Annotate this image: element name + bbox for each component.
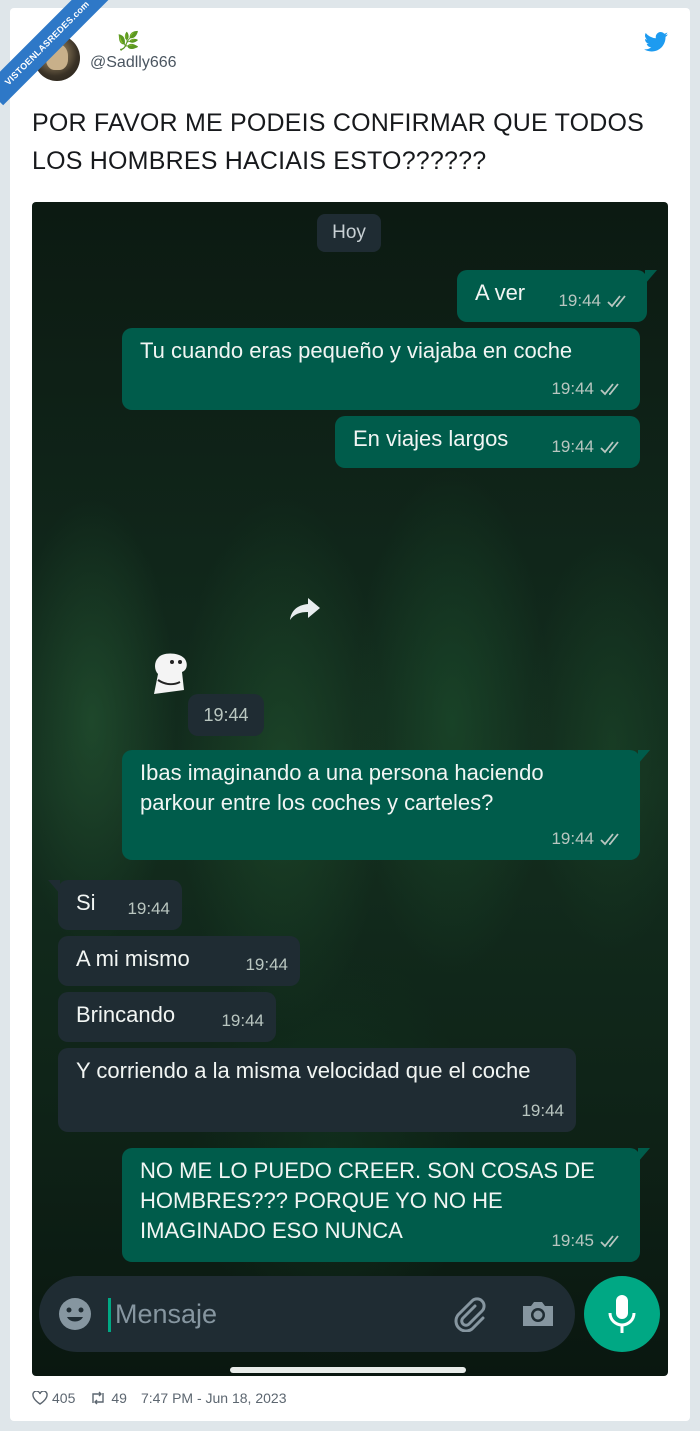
message-bubble-out[interactable]: A ver 19:44: [457, 270, 657, 322]
display-name-emoji: 🌿: [117, 31, 140, 51]
message-time: 19:44: [221, 1011, 264, 1030]
message-input-bar[interactable]: Mensaje: [39, 1276, 575, 1352]
message-bubble-in[interactable]: Brincando 19:44: [58, 992, 276, 1042]
message-time: 19:44: [551, 379, 594, 398]
tweet-footer: 405 49 7:47 PM - Jun 18, 2023: [32, 1390, 286, 1406]
message-time: 19:44: [127, 899, 170, 918]
message-time: 19:45: [551, 1231, 594, 1250]
message-text: Tu cuando eras pequeño y viajaba en coch…: [140, 338, 573, 363]
chat-screenshot: Hoy A ver 19:44 Tu cuando eras pequeño y…: [32, 202, 668, 1376]
message-input[interactable]: Mensaje: [115, 1294, 217, 1334]
heart-icon: [32, 1391, 48, 1405]
microphone-button[interactable]: [584, 1276, 660, 1352]
tweet-text: POR FAVOR ME PODEIS CONFIRMAR QUE TODOS …: [32, 109, 645, 175]
watermark-badge: VISTOENLASREDES.com: [0, 0, 110, 106]
paperclip-icon[interactable]: [451, 1296, 487, 1332]
like-control[interactable]: 405: [32, 1390, 75, 1406]
double-check-icon: [600, 383, 619, 396]
message-bubble-out[interactable]: Tu cuando eras pequeño y viajaba en coch…: [122, 328, 640, 410]
message-text: Y corriendo a la misma velocidad que el …: [76, 1058, 531, 1083]
message-time: 19:44: [245, 955, 288, 974]
retweet-icon: [92, 1391, 105, 1405]
double-check-icon: [600, 1235, 619, 1248]
message-bubble-out[interactable]: Ibas imaginando a una persona haciendo p…: [122, 750, 650, 860]
emoji-icon[interactable]: [57, 1296, 93, 1332]
user-handle[interactable]: @Sadlly666: [90, 54, 177, 72]
twitter-bird-icon[interactable]: [644, 32, 668, 52]
double-check-icon: [600, 833, 619, 846]
message-bubble-in[interactable]: Si 19:44: [48, 880, 182, 930]
text-caret: [108, 1298, 111, 1332]
retweet-control[interactable]: 49: [89, 1390, 127, 1406]
forward-icon[interactable]: [288, 596, 322, 622]
retweet-count: 49: [111, 1390, 127, 1406]
message-text: Ibas imaginando a una persona haciendo p…: [140, 760, 544, 815]
like-count: 405: [52, 1390, 76, 1406]
date-chip: Hoy: [317, 214, 381, 252]
message-bubble-out[interactable]: En viajes largos 19:44: [335, 416, 640, 468]
sticker-image[interactable]: [148, 650, 192, 696]
home-indicator: [230, 1367, 466, 1373]
message-bubble-in[interactable]: Y corriendo a la misma velocidad que el …: [58, 1048, 576, 1132]
tweet-timestamp[interactable]: 7:47 PM - Jun 18, 2023: [141, 1390, 287, 1406]
message-time: 19:44: [188, 694, 264, 736]
message-time: 19:44: [558, 291, 601, 310]
message-text: NO ME LO PUEDO CREER. SON COSAS DE HOMBR…: [140, 1158, 595, 1243]
microphone-icon: [608, 1295, 636, 1333]
message-bubble-in[interactable]: A mi mismo 19:44: [58, 936, 300, 986]
camera-icon[interactable]: [519, 1296, 557, 1332]
message-time: 19:44: [551, 437, 594, 456]
double-check-icon: [607, 295, 626, 308]
tweet-card: VISTOENLASREDES.com 🌿 @Sadlly666 POR FAV…: [0, 0, 690, 1421]
message-bubble-out[interactable]: NO ME LO PUEDO CREER. SON COSAS DE HOMBR…: [122, 1148, 650, 1262]
message-time: 19:44: [521, 1101, 564, 1120]
double-check-icon: [600, 441, 619, 454]
message-time: 19:44: [551, 829, 594, 848]
